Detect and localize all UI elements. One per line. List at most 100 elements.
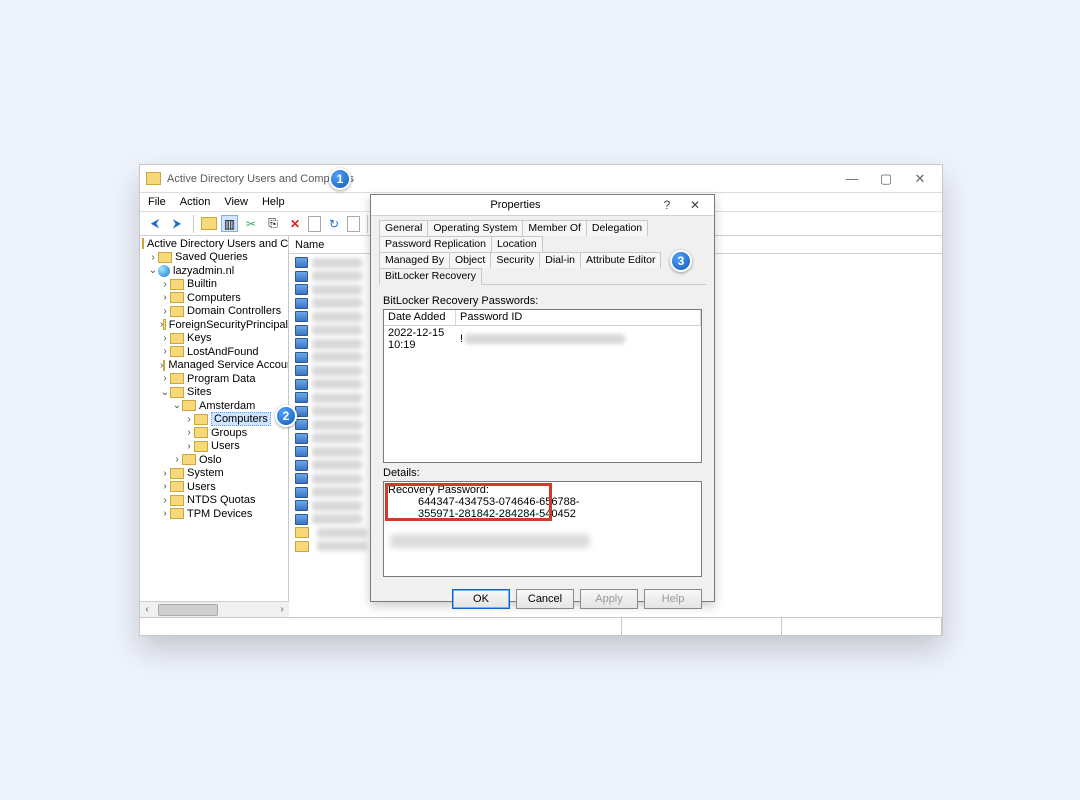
menu-file[interactable]: File — [148, 196, 166, 208]
tab-member-of[interactable]: Member Of — [522, 220, 587, 236]
tab-dial-in[interactable]: Dial-in — [539, 252, 581, 268]
computer-icon — [295, 257, 308, 268]
row-pid-prefix: ! — [460, 333, 463, 345]
computer-icon — [295, 419, 308, 430]
tree-tpm[interactable]: ›TPM Devices — [140, 507, 288, 521]
scroll-right-icon[interactable]: › — [275, 604, 289, 615]
tree-ams-users[interactable]: ›Users — [140, 440, 288, 454]
copy-icon[interactable]: ⎘ — [264, 215, 282, 233]
tree-root[interactable]: Active Directory Users and Comp — [140, 237, 288, 251]
tree-pane[interactable]: Active Directory Users and Comp ›Saved Q… — [140, 236, 289, 617]
details-redacted — [390, 534, 590, 548]
tab-managed-by[interactable]: Managed By — [379, 252, 450, 268]
computer-icon — [295, 325, 308, 336]
menu-action[interactable]: Action — [180, 196, 211, 208]
callout-2: 2 — [275, 405, 297, 427]
computer-icon — [295, 460, 308, 471]
computer-icon — [295, 433, 308, 444]
app-icon — [146, 172, 161, 185]
minimize-button[interactable]: — — [836, 168, 868, 190]
recovery-password-line2: 355971-281842-284284-540452 — [388, 508, 697, 520]
computer-icon — [295, 487, 308, 498]
tree-lost[interactable]: ›LostAndFound — [140, 345, 288, 359]
apply-button[interactable]: Apply — [580, 589, 638, 609]
tree-msa[interactable]: ›Managed Service Accoun — [140, 359, 288, 373]
tree-saved-queries[interactable]: ›Saved Queries — [140, 251, 288, 265]
statusbar — [140, 617, 942, 635]
tab-general[interactable]: General — [379, 220, 428, 236]
cancel-button[interactable]: Cancel — [516, 589, 574, 609]
tree-ams-computers[interactable]: ›Computers — [140, 413, 288, 427]
tree-users[interactable]: ›Users — [140, 480, 288, 494]
details-label: Details: — [383, 467, 702, 479]
back-icon[interactable]: ⮜ — [146, 215, 164, 233]
folder-icon — [295, 527, 309, 538]
dialog-tabs: General Operating System Member Of Deleg… — [371, 216, 714, 285]
titlebar: Active Directory Users and Computers — ▢… — [140, 165, 942, 193]
maximize-button[interactable]: ▢ — [870, 168, 902, 190]
computer-icon — [295, 514, 308, 525]
tab-bitlocker-recovery[interactable]: BitLocker Recovery — [379, 268, 482, 285]
recovery-passwords-list[interactable]: Date Added Password ID 2022-12-15 10:19 … — [383, 309, 702, 463]
up-folder-icon[interactable] — [201, 217, 217, 230]
tree-computers[interactable]: ›Computers — [140, 291, 288, 305]
cut-icon[interactable]: ✂ — [242, 215, 260, 233]
recovery-password-row[interactable]: 2022-12-15 10:19 ! — [384, 326, 701, 352]
details-textbox[interactable]: Recovery Password: 644347-434753-074646-… — [383, 481, 702, 577]
tab-object[interactable]: Object — [449, 252, 491, 268]
computer-icon — [295, 500, 308, 511]
scroll-left-icon[interactable]: ‹ — [140, 604, 154, 615]
row-date-value: 2022-12-15 10:19 — [388, 327, 460, 351]
tree-system[interactable]: ›System — [140, 467, 288, 481]
tab-security[interactable]: Security — [490, 252, 540, 268]
recovery-password-label: Recovery Password: — [388, 484, 697, 496]
help-button[interactable]: Help — [644, 589, 702, 609]
dialog-titlebar: Properties ? ✕ — [371, 195, 714, 216]
delete-icon[interactable]: ✕ — [286, 215, 304, 233]
tree-builtin[interactable]: ›Builtin — [140, 278, 288, 292]
tab-location[interactable]: Location — [491, 236, 543, 252]
tree-program-data[interactable]: ›Program Data — [140, 372, 288, 386]
computer-icon — [295, 379, 308, 390]
properties-icon[interactable] — [308, 216, 321, 232]
tree-domain[interactable]: ⌄lazyadmin.nl — [140, 264, 288, 278]
tab-delegation[interactable]: Delegation — [586, 220, 648, 236]
recovery-passwords-label: BitLocker Recovery Passwords: — [383, 295, 702, 307]
dialog-title: Properties — [377, 199, 654, 211]
tab-attribute-editor[interactable]: Attribute Editor — [580, 252, 661, 268]
refresh-icon[interactable]: ↻ — [325, 215, 343, 233]
computer-icon — [295, 352, 308, 363]
tree-fsp[interactable]: ›ForeignSecurityPrincipal — [140, 318, 288, 332]
folder-icon — [295, 541, 309, 552]
tree-ams-groups[interactable]: ›Groups — [140, 426, 288, 440]
dialog-help-button[interactable]: ? — [654, 195, 680, 215]
computer-icon — [295, 392, 308, 403]
tree-ntds[interactable]: ›NTDS Quotas — [140, 494, 288, 508]
tree-dc[interactable]: ›Domain Controllers — [140, 305, 288, 319]
tab-password-replication[interactable]: Password Replication — [379, 236, 492, 252]
forward-icon[interactable]: ⮞ — [168, 215, 186, 233]
column-date-added[interactable]: Date Added — [384, 310, 456, 325]
tree-amsterdam[interactable]: ⌄Amsterdam — [140, 399, 288, 413]
window-title: Active Directory Users and Computers — [167, 173, 836, 185]
column-password-id[interactable]: Password ID — [456, 310, 701, 325]
computer-icon — [295, 365, 308, 376]
close-button[interactable]: ✕ — [904, 168, 936, 190]
callout-3: 3 — [670, 250, 692, 272]
scroll-thumb[interactable] — [158, 604, 218, 616]
callout-1: 1 — [329, 168, 351, 190]
tree-horizontal-scrollbar[interactable]: ‹ › — [140, 601, 289, 617]
properties-dialog: Properties ? ✕ General Operating System … — [370, 194, 715, 602]
menu-view[interactable]: View — [224, 196, 248, 208]
row-pid-redacted — [465, 334, 625, 344]
tree-keys[interactable]: ›Keys — [140, 332, 288, 346]
tab-operating-system[interactable]: Operating System — [427, 220, 523, 236]
menu-help[interactable]: Help — [262, 196, 285, 208]
tree-oslo[interactable]: ›Oslo — [140, 453, 288, 467]
export-list-icon[interactable] — [347, 216, 360, 232]
show-hide-tree-icon[interactable]: ▥ — [221, 215, 238, 232]
tree-sites[interactable]: ⌄Sites — [140, 386, 288, 400]
aduc-window: Active Directory Users and Computers — ▢… — [139, 164, 943, 636]
dialog-close-button[interactable]: ✕ — [682, 195, 708, 215]
ok-button[interactable]: OK — [452, 589, 510, 609]
